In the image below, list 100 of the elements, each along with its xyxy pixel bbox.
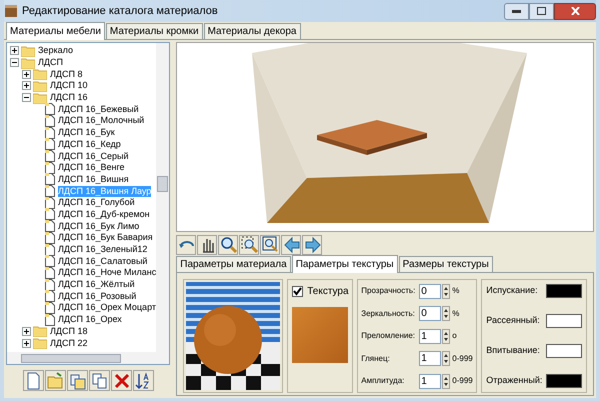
document-icon [45,138,55,150]
field-label: Зеркальность: [361,308,416,320]
tree-item[interactable]: ЛДСП 16_Кедр [58,138,121,150]
arrow-right-button[interactable] [302,234,322,254]
folder-icon [21,56,35,69]
vertical-scrollbar[interactable] [156,43,170,352]
collapse-icon[interactable] [10,58,19,68]
tree-item[interactable]: ЛДСП 10 [50,80,88,92]
spinner-icon[interactable] [442,351,450,366]
document-icon [45,232,55,244]
close-icon [570,7,580,15]
copy-button[interactable] [88,370,110,391]
tree-item[interactable]: ЛДСП 16_Зеленый12 [58,244,148,256]
folder-icon [33,337,47,350]
rotate-button[interactable] [176,234,196,254]
zoom-box-icon [240,236,258,254]
zoom-box-button[interactable] [239,234,260,254]
zoom-fit-button[interactable] [260,234,280,254]
tab[interactable]: Материалы кромки [106,23,203,39]
document-icon [45,314,55,326]
delete-button[interactable] [110,370,132,391]
open-folder-button[interactable] [44,370,66,391]
document-icon [45,290,55,302]
color-label: Рассеянный: [486,314,540,328]
tree-item[interactable]: ЛДСП 8 [50,68,82,80]
minimize-button[interactable] [504,2,529,20]
window-title: Редактирование каталога материалов [22,4,218,19]
tree-item[interactable]: ЛДСП 16_Голубой [58,197,135,208]
tab[interactable]: Материалы мебели [6,22,105,40]
unit-label: 0-999 [452,352,473,364]
tree-item[interactable]: ЛДСП 16_Жёлтый [58,279,135,290]
app-icon [4,4,18,18]
tree-item[interactable]: ЛДСП 16_Венге [58,162,125,174]
color-swatch[interactable] [546,344,582,358]
document-icon [45,173,55,186]
spinner-icon[interactable] [442,374,450,388]
arrow-right-icon [304,236,321,254]
number-field[interactable]: 0 [419,306,442,321]
color-label: Отраженный: [486,374,542,388]
tab[interactable]: Параметры текстуры [292,255,398,273]
spinner-icon[interactable] [442,306,450,321]
tree-item[interactable]: Зеркало [38,45,73,56]
tree-item[interactable]: ЛДСП 16_Салатовый [58,256,148,267]
expand-icon[interactable] [10,46,19,56]
tree-item[interactable]: ЛДСП 16 [50,92,88,104]
tree-item[interactable]: ЛДСП 22 [50,338,88,349]
spinner-icon[interactable] [442,328,450,344]
tree-item[interactable]: ЛДСП 16_Бук Бавария [58,232,153,244]
color-swatch[interactable] [546,374,582,388]
texture-checkbox[interactable]: Текстура [292,284,348,299]
copy-folder-button[interactable] [66,370,88,391]
tree-item[interactable]: ЛДСП 16_Бук [58,127,115,138]
tree-item[interactable]: ЛДСП 16_Бук Лимо [58,220,140,232]
number-field[interactable]: 1 [419,328,442,344]
expand-icon[interactable] [22,326,31,336]
color-swatch[interactable] [546,284,582,298]
sort-icon [134,372,152,390]
tree-item[interactable]: ЛДСП 16_Орех Моцарт [58,302,156,314]
number-field[interactable]: 0 [419,284,442,298]
magnifier-button[interactable] [218,234,238,254]
expand-icon[interactable] [22,70,31,79]
field-label: Прозрачность: [361,285,416,297]
new-document-icon [24,372,42,390]
tree-item[interactable]: ЛДСП 18 [50,326,88,337]
document-icon [45,162,55,174]
field-label: Амплитуда: [361,375,406,387]
unit-label: o [452,330,457,342]
document-icon [45,103,55,116]
horizontal-scrollbar[interactable] [7,352,170,364]
tree-item[interactable]: ЛДСП 16_Серый [58,150,128,162]
tab[interactable]: Размеры текстуры [398,256,493,272]
number-field[interactable]: 1 [419,351,442,366]
expand-icon[interactable] [22,81,31,90]
tab[interactable]: Материалы декора [204,23,300,39]
number-field[interactable]: 1 [419,374,442,388]
document-icon [45,244,55,256]
texture-swatch [292,307,348,363]
arrow-left-button[interactable] [281,234,302,254]
document-icon [45,255,55,268]
document-icon [45,302,55,314]
close-button[interactable] [554,2,596,20]
tree-item[interactable]: ЛДСП 16_Молочный [58,115,144,126]
sort-button[interactable] [132,370,154,391]
document-icon [45,196,55,209]
tab[interactable]: Параметры материала [176,256,291,272]
tree-item[interactable]: ЛДСП 16_Вишня [58,174,129,185]
tree-item[interactable]: ЛДСП 16_Орех [58,314,122,326]
folder-icon [33,68,47,80]
spinner-icon[interactable] [442,284,450,298]
expand-icon[interactable] [22,338,31,348]
collapse-icon[interactable] [22,93,31,102]
copy-icon [90,372,108,390]
color-swatch[interactable] [546,314,582,328]
tree-item[interactable]: ЛДСП 16_Бежевый [58,104,139,115]
new-document-button[interactable] [22,370,44,391]
maximize-button[interactable] [529,2,554,20]
tree-item[interactable]: ЛДСП [38,57,63,68]
tree-item[interactable]: ЛДСП 16_Розовый [58,290,136,302]
tree-item[interactable]: ЛДСП 16_Ноче Миланс [58,267,156,278]
tree-item[interactable]: ЛДСП 16_Дуб-кремон [58,208,150,220]
